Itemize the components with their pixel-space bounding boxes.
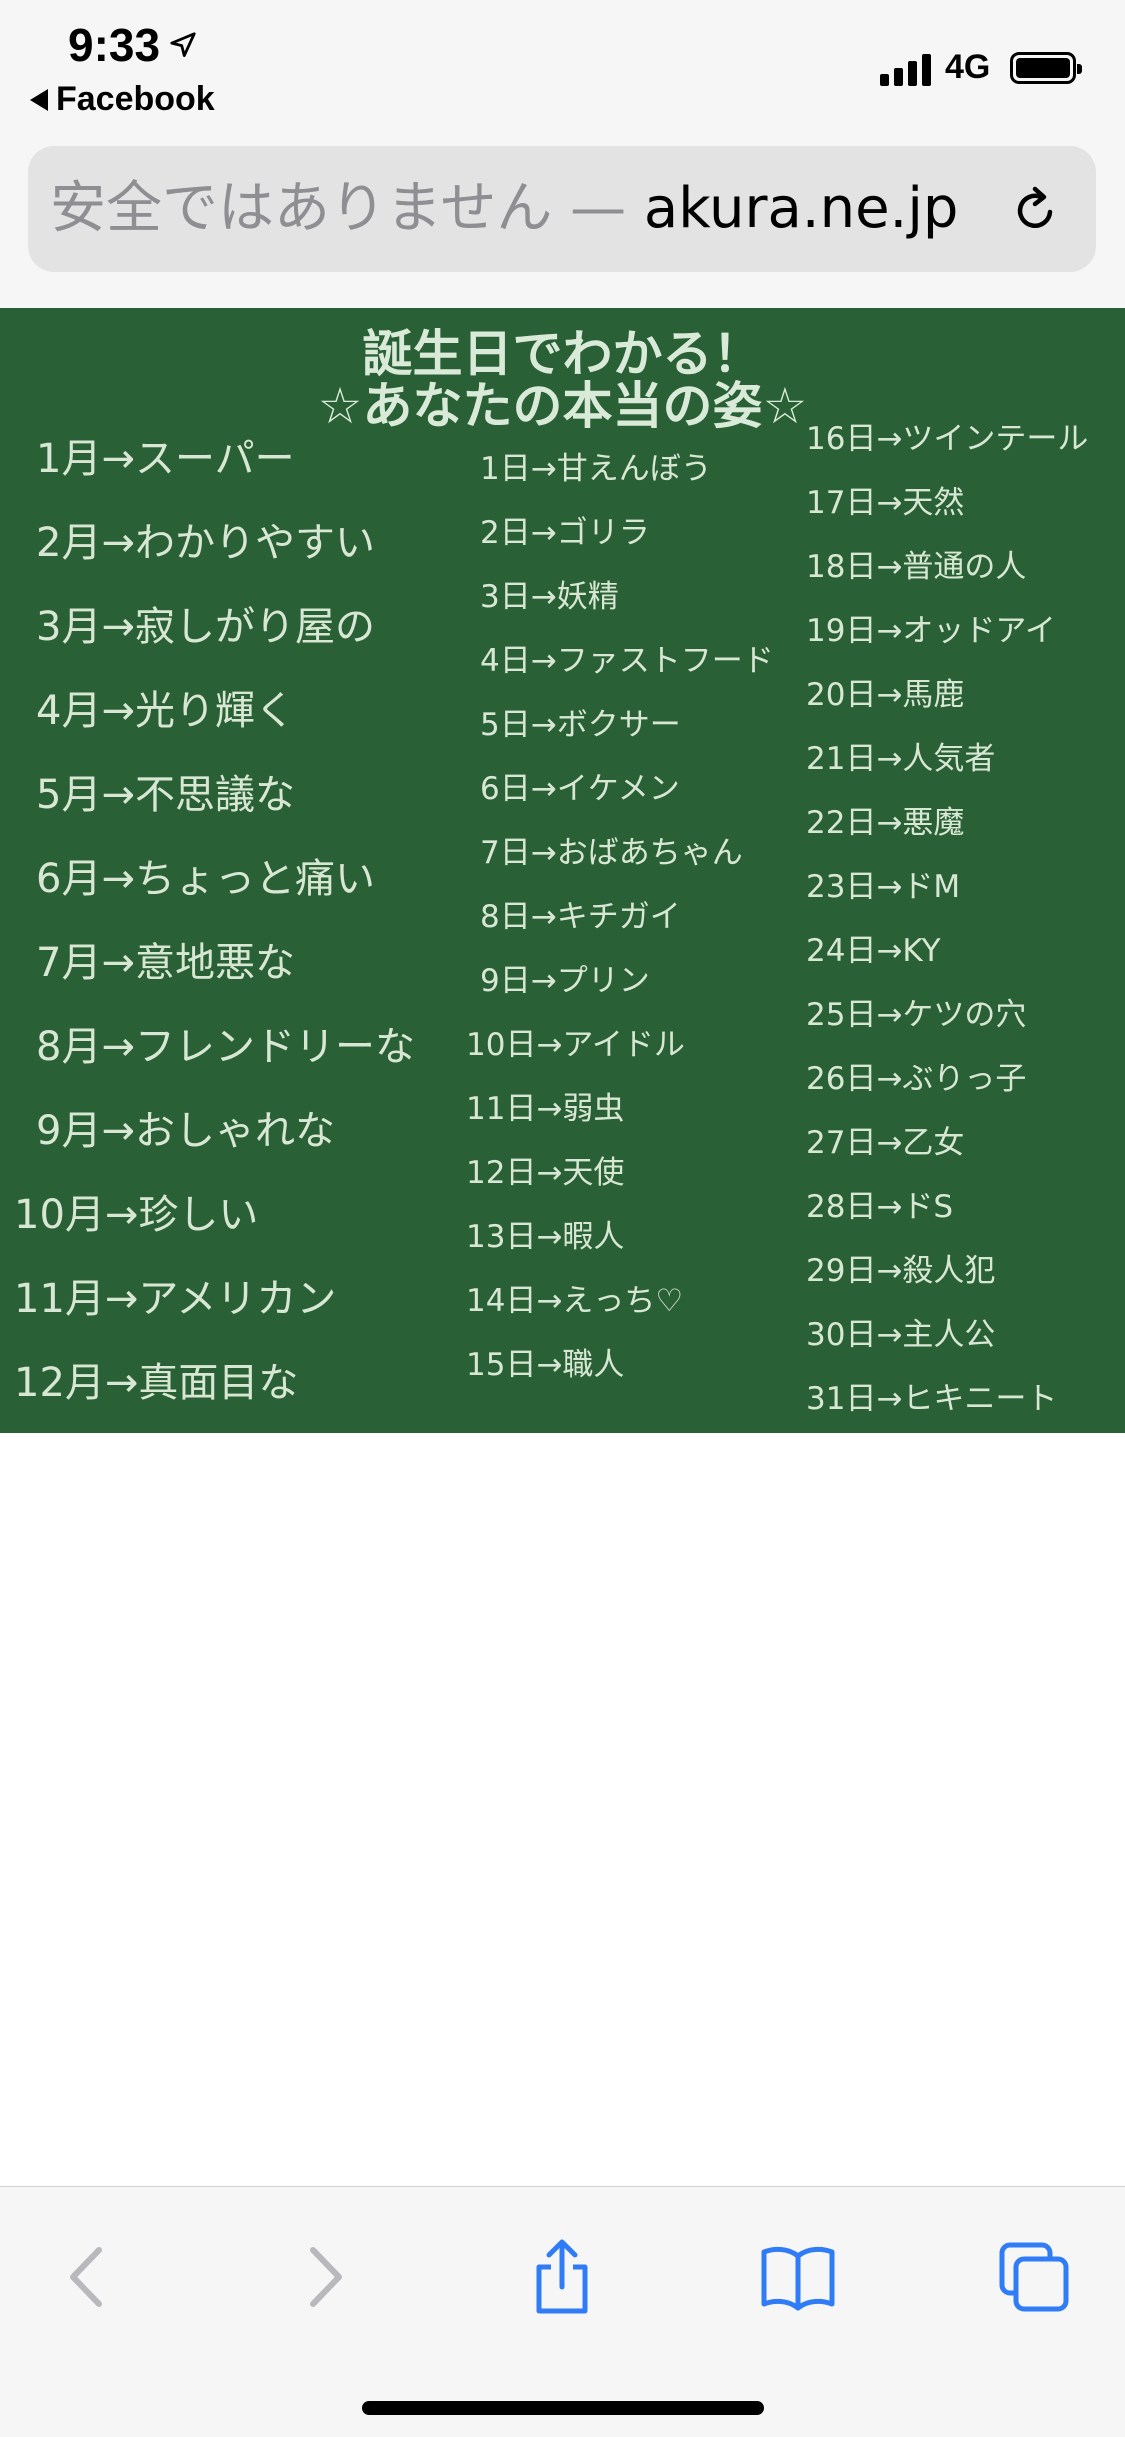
day-item: 29日→殺人犯 [806,1253,996,1289]
day-item: 4日→ファストフード [480,643,774,679]
day-item: 3日→妖精 [480,579,619,615]
share-button[interactable] [522,2237,602,2317]
forward-button[interactable] [286,2237,366,2317]
month-item: 10月→珍しい [14,1192,259,1238]
day-item: 23日→ドM [806,869,961,905]
day-item: 20日→馬鹿 [806,677,965,713]
url-text[interactable]: 安全ではありません — akura.ne.jp [50,146,970,272]
day-item: 15日→職人 [466,1347,625,1383]
tabs-icon [999,2242,1069,2312]
day-item: 18日→普通の人 [806,549,1027,585]
month-item: 9月→おしゃれな [36,1108,335,1154]
day-item: 5日→ボクサー [480,707,681,743]
day-item: 1日→甘えんぼう [480,451,712,487]
day-item: 17日→天然 [806,485,965,521]
home-indicator[interactable] [362,2401,764,2415]
reload-icon[interactable] [1008,182,1064,238]
day-item: 27日→乙女 [806,1125,965,1161]
day-item: 11日→弱虫 [466,1091,625,1127]
back-triangle-icon [30,88,48,111]
day-item: 8日→キチガイ [480,899,681,935]
not-secure-warning: 安全ではありません — [50,176,644,241]
back-chevron-icon [70,2247,102,2307]
day-item: 6日→イケメン [480,771,680,807]
day-item: 2日→ゴリラ [480,515,650,551]
day-item: 14日→えっち♡ [466,1283,684,1319]
forward-chevron-icon [310,2247,342,2307]
month-item: 11月→アメリカン [14,1276,337,1322]
day-item: 9日→プリン [480,963,650,999]
birthday-chalkboard-image: 誕生日でわかる！ ☆あなたの本当の姿☆ 1月→スーパー 2月→わかりやすい 3月… [0,308,1125,1433]
month-item: 8月→フレンドリーな [36,1024,415,1070]
month-item: 12月→真面目な [14,1360,299,1406]
share-icon [536,2239,588,2314]
browser-toolbar [0,2186,1125,2437]
signal-icon [880,52,931,86]
location-arrow-icon [170,32,196,57]
day-item: 13日→暇人 [466,1219,625,1255]
month-item: 4月→光り輝く [36,688,295,734]
status-bar: 9:33 Facebook 4G [0,0,1125,140]
tabs-button[interactable] [994,2237,1074,2317]
back-button[interactable] [46,2237,126,2317]
month-item: 1月→スーパー [36,436,295,482]
month-item: 6月→ちょっと痛い [36,856,375,902]
month-item: 7月→意地悪な [36,940,295,986]
day-item: 28日→ドS [806,1189,954,1225]
bookmarks-button[interactable] [758,2237,838,2317]
day-item: 21日→人気者 [806,741,996,777]
day-item: 16日→ツインテール [806,421,1089,457]
day-item: 30日→主人公 [806,1317,996,1353]
day-item: 7日→おばあちゃん [480,835,743,871]
status-time: 9:33 [68,18,198,72]
url-host: akura.ne.jp [643,176,959,241]
month-item: 3月→寂しがり屋の [36,604,375,650]
status-time-text: 9:33 [68,19,161,71]
day-item: 26日→ぶりっ子 [806,1061,1027,1097]
day-item: 19日→オッドアイ [806,613,1056,649]
month-item: 5月→不思議な [36,772,295,818]
back-to-app-button[interactable]: Facebook [30,80,215,119]
battery-icon [1010,52,1082,84]
day-item: 31日→ヒキニート [806,1381,1058,1417]
month-item: 2月→わかりやすい [36,520,375,566]
network-type-label: 4G [945,48,991,86]
day-item: 12日→天使 [466,1155,625,1191]
address-bar-area: 安全ではありません — akura.ne.jp [0,140,1125,308]
back-app-label: Facebook [56,80,215,118]
day-item: 24日→KY [806,933,941,969]
day-item: 25日→ケツの穴 [806,997,1027,1033]
day-item: 22日→悪魔 [806,805,965,841]
bookmarks-icon [761,2246,835,2311]
day-item: 10日→アイドル [466,1027,685,1063]
address-bar[interactable]: 安全ではありません — akura.ne.jp [28,146,1096,272]
